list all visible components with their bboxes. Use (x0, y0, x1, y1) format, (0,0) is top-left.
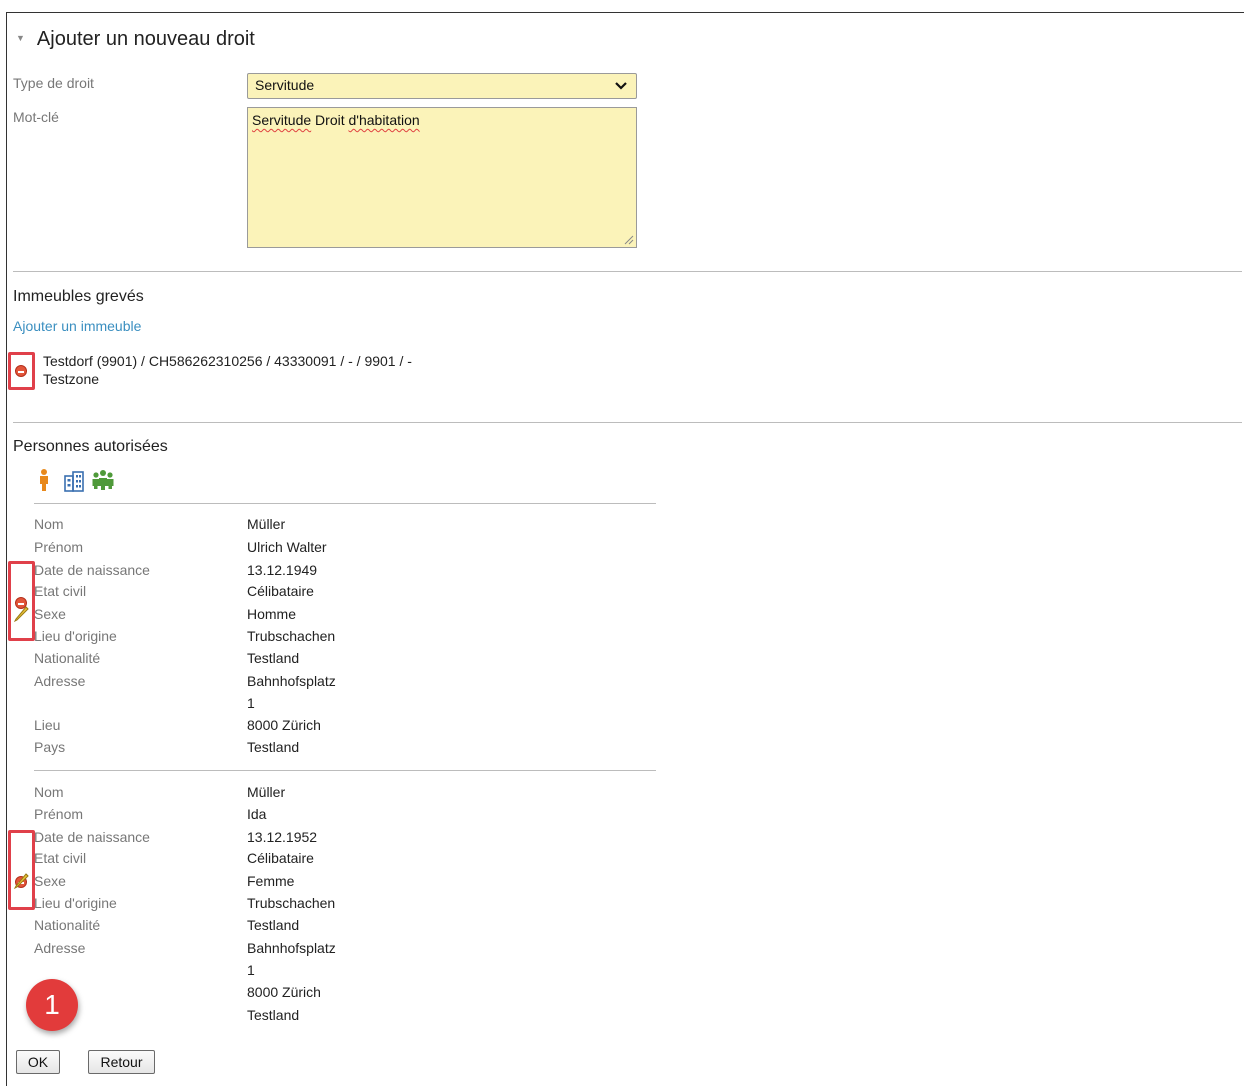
adresse-number-value: 1 (247, 695, 255, 711)
origine-value: Trubschachen (247, 628, 336, 644)
section-header[interactable]: ▼ Ajouter un nouveau droit (16, 28, 255, 51)
origine-label: Lieu d'origine (34, 628, 117, 644)
nom-value: Müller (247, 516, 286, 532)
naissance-value: 13.12.1952 (247, 829, 318, 845)
divider (13, 422, 1242, 423)
lieu-label: Lieu (34, 717, 61, 733)
keyword-word-3: d'habitation (348, 112, 420, 128)
etat-civil-value: Célibataire (247, 583, 314, 599)
pays-value: Testland (247, 739, 300, 755)
pencil-icon[interactable] (13, 871, 31, 889)
pays-value: Testland (247, 1007, 300, 1023)
lieu-value: 8000 Zürich (247, 984, 321, 1000)
divider (13, 271, 1242, 272)
prenom-label: Prénom (34, 806, 84, 822)
pencil-icon[interactable] (13, 604, 31, 622)
etat-civil-value: Célibataire (247, 850, 314, 866)
properties-title: Immeubles grevés (13, 288, 144, 305)
nom-label: Nom (34, 516, 64, 532)
highlight-box (8, 830, 35, 910)
keyword-label: Mot-clé (13, 109, 59, 125)
remove-icon[interactable] (15, 365, 27, 377)
nationalite-value: Testland (247, 650, 300, 666)
divider (34, 770, 656, 771)
type-select-value: Servitude (255, 77, 315, 93)
pays-label: Pays (34, 739, 66, 755)
keyword-textarea[interactable]: Servitude Droit d'habitation (247, 107, 637, 248)
type-label: Type de droit (13, 75, 94, 91)
adresse-label: Adresse (34, 940, 86, 956)
sexe-label: Sexe (34, 606, 66, 622)
building-icon[interactable] (63, 470, 85, 492)
nationalite-value: Testland (247, 917, 300, 933)
sexe-value: Femme (247, 873, 295, 889)
ok-button[interactable]: OK (16, 1050, 60, 1074)
chevron-down-icon (615, 82, 627, 90)
section-title: Ajouter un nouveau droit (36, 28, 255, 50)
group-icon[interactable] (91, 469, 115, 491)
divider (34, 503, 656, 504)
back-button[interactable]: Retour (88, 1050, 155, 1074)
lieu-value: 8000 Zürich (247, 717, 321, 733)
step-callout-badge: 1 (26, 979, 78, 1031)
prenom-value: Ida (247, 806, 267, 822)
person-icon[interactable] (37, 468, 51, 492)
property-line-2: Testzone (43, 371, 100, 387)
keyword-word-1: Servitude (252, 112, 312, 128)
nationalite-label: Nationalité (34, 917, 101, 933)
nom-value: Müller (247, 784, 286, 800)
sexe-value: Homme (247, 606, 297, 622)
persons-title: Personnes autorisées (13, 438, 168, 455)
naissance-label: Date de naissance (34, 562, 150, 578)
adresse-value: Bahnhofsplatz (247, 673, 336, 689)
naissance-value: 13.12.1949 (247, 562, 318, 578)
prenom-label: Prénom (34, 539, 84, 555)
type-select[interactable]: Servitude (247, 73, 637, 99)
adresse-label: Adresse (34, 673, 86, 689)
keyword-word-2: Droit (315, 112, 345, 128)
nom-label: Nom (34, 784, 64, 800)
origine-value: Trubschachen (247, 895, 336, 911)
prenom-value: Ulrich Walter (247, 539, 327, 555)
nationalite-label: Nationalité (34, 650, 101, 666)
sexe-label: Sexe (34, 873, 66, 889)
property-line-1: Testdorf (9901) / CH586262310256 / 43330… (43, 353, 412, 369)
add-property-link[interactable]: Ajouter un immeuble (13, 318, 141, 334)
origine-label: Lieu d'origine (34, 895, 117, 911)
resize-grip-icon[interactable] (624, 235, 634, 245)
etat-civil-label: Etat civil (34, 583, 87, 599)
etat-civil-label: Etat civil (34, 850, 87, 866)
collapse-triangle-icon[interactable]: ▼ (16, 33, 25, 43)
adresse-number-value: 1 (247, 962, 255, 978)
adresse-value: Bahnhofsplatz (247, 940, 336, 956)
naissance-label: Date de naissance (34, 829, 150, 845)
